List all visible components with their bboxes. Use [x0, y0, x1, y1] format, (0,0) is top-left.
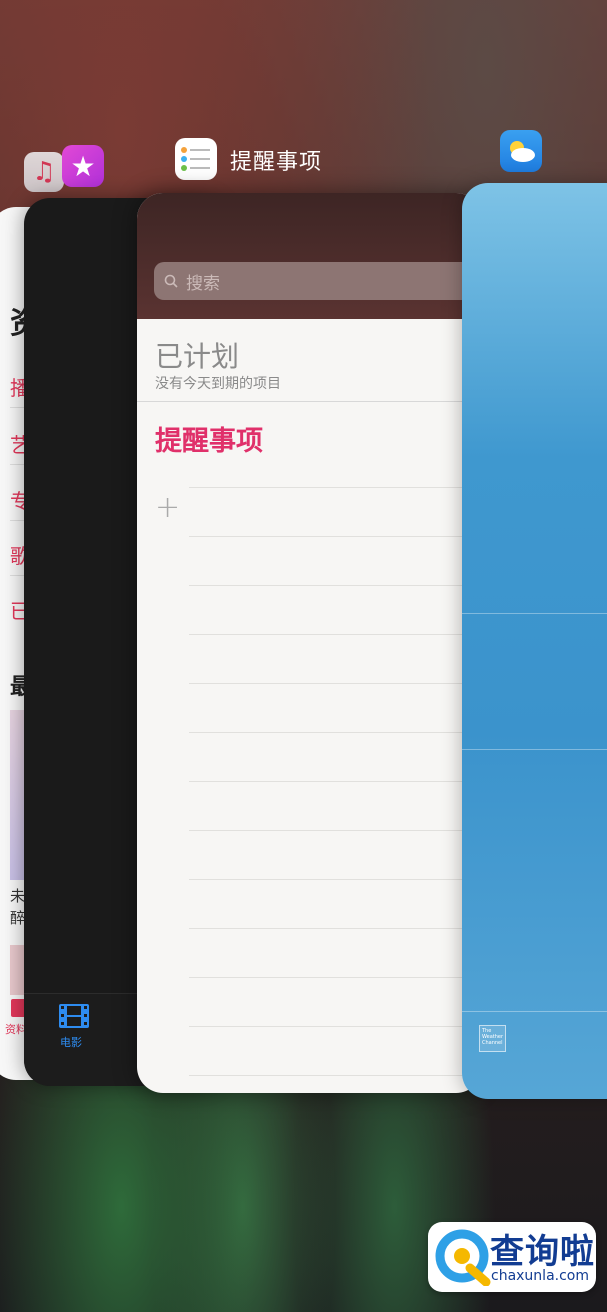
magnifier-q-icon [435, 1229, 491, 1286]
row-divider [189, 977, 482, 978]
row-divider [189, 879, 482, 880]
weather-channel-logo[interactable]: The Weather Channel [479, 1025, 506, 1052]
row-divider [189, 1075, 482, 1076]
itunes-store-icon[interactable]: ★ [62, 145, 104, 187]
row-divider [189, 487, 482, 488]
cloud-sun-icon [510, 141, 535, 162]
row-divider [189, 732, 482, 733]
weather-app-icon[interactable] [500, 130, 542, 172]
row-divider [189, 1026, 482, 1027]
reminders-list-icon [181, 147, 210, 171]
row-divider [189, 536, 482, 537]
divider [462, 749, 607, 750]
row-divider [189, 634, 482, 635]
scheduled-list-subtitle: 没有今天到期的项目 [155, 376, 281, 392]
film-icon [59, 1004, 89, 1028]
search-icon [164, 274, 178, 288]
reminders-app-icon[interactable] [175, 138, 217, 180]
reminders-app-title: 提醒事项 [230, 150, 323, 175]
row-divider [189, 830, 482, 831]
row-divider [189, 781, 482, 782]
weather-app-card[interactable]: The Weather Channel [462, 183, 607, 1099]
divider [462, 613, 607, 614]
add-reminder-button[interactable]: + [155, 493, 180, 523]
song-artist: 醉 [10, 909, 26, 927]
watermark-logo: 查询啦 chaxunla.com [428, 1222, 596, 1292]
scheduled-list-title: 已计划 [155, 340, 240, 373]
music-app-icon[interactable]: ♫ [24, 152, 64, 192]
song-title: 未 [10, 887, 26, 905]
reminders-header [137, 193, 482, 319]
row-divider [189, 585, 482, 586]
search-input[interactable]: 搜索 [154, 262, 482, 300]
reminders-app-card[interactable]: 搜索 已计划 没有今天到期的项目 提醒事项 + [137, 193, 482, 1093]
tab-movies[interactable]: 电影 [60, 1034, 82, 1050]
row-divider [189, 683, 482, 684]
row-divider [189, 928, 482, 929]
search-placeholder: 搜索 [186, 273, 220, 294]
divider [462, 1011, 607, 1012]
reminders-list-title: 提醒事项 [155, 426, 263, 457]
watermark-url: chaxunla.com [491, 1268, 589, 1284]
watermark-name: 查询啦 [490, 1232, 595, 1272]
